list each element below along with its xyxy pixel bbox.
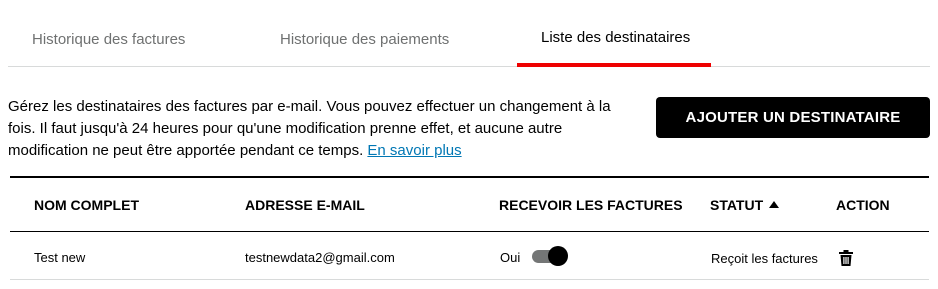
- table-row: Test new testnewdata2@gmail.com Oui Reço…: [10, 232, 929, 280]
- cell-receive-invoices: Oui: [500, 245, 569, 267]
- tab-label: Historique des paiements: [280, 31, 450, 48]
- tab-label: Historique des factures: [32, 31, 186, 48]
- cell-email-address: testnewdata2@gmail.com: [245, 250, 395, 265]
- header-full-name: NOM COMPLET: [34, 197, 139, 213]
- tab-label: Liste des destinataires: [541, 29, 691, 46]
- description-body: Gérez les destinataires des factures par…: [8, 98, 611, 159]
- cell-status: Reçoit les factures: [711, 251, 818, 266]
- learn-more-link[interactable]: En savoir plus: [367, 142, 461, 159]
- header-action: ACTION: [836, 197, 890, 213]
- header-receive-invoices: RECEVOIR LES FACTURES: [499, 197, 683, 213]
- trash-icon[interactable]: [837, 249, 855, 267]
- header-email-address: ADRESSE E-MAIL: [245, 197, 365, 213]
- receive-invoices-toggle[interactable]: [532, 245, 569, 267]
- header-status-sortable[interactable]: STATUT: [710, 197, 780, 213]
- header-status-label: STATUT: [710, 197, 764, 213]
- recipients-table: NOM COMPLET ADRESSE E-MAIL RECEVOIR LES …: [10, 176, 929, 280]
- add-recipient-button[interactable]: AJOUTER UN DESTINATAIRE: [656, 97, 930, 138]
- tab-recipient-list[interactable]: Liste des destinataires: [517, 0, 711, 67]
- tab-invoice-history[interactable]: Historique des factures: [8, 0, 208, 67]
- tab-bar: Historique des factures Historique des p…: [8, 0, 930, 67]
- toggle-label: Oui: [500, 249, 521, 265]
- description-text: Gérez les destinataires des factures par…: [8, 96, 633, 162]
- cell-full-name: Test new: [34, 250, 86, 265]
- sort-ascending-icon: [769, 201, 780, 208]
- tab-payment-history[interactable]: Historique des paiements: [256, 0, 469, 67]
- table-header: NOM COMPLET ADRESSE E-MAIL RECEVOIR LES …: [10, 178, 929, 232]
- cell-action: [837, 249, 855, 269]
- toggle-knob: [548, 246, 569, 266]
